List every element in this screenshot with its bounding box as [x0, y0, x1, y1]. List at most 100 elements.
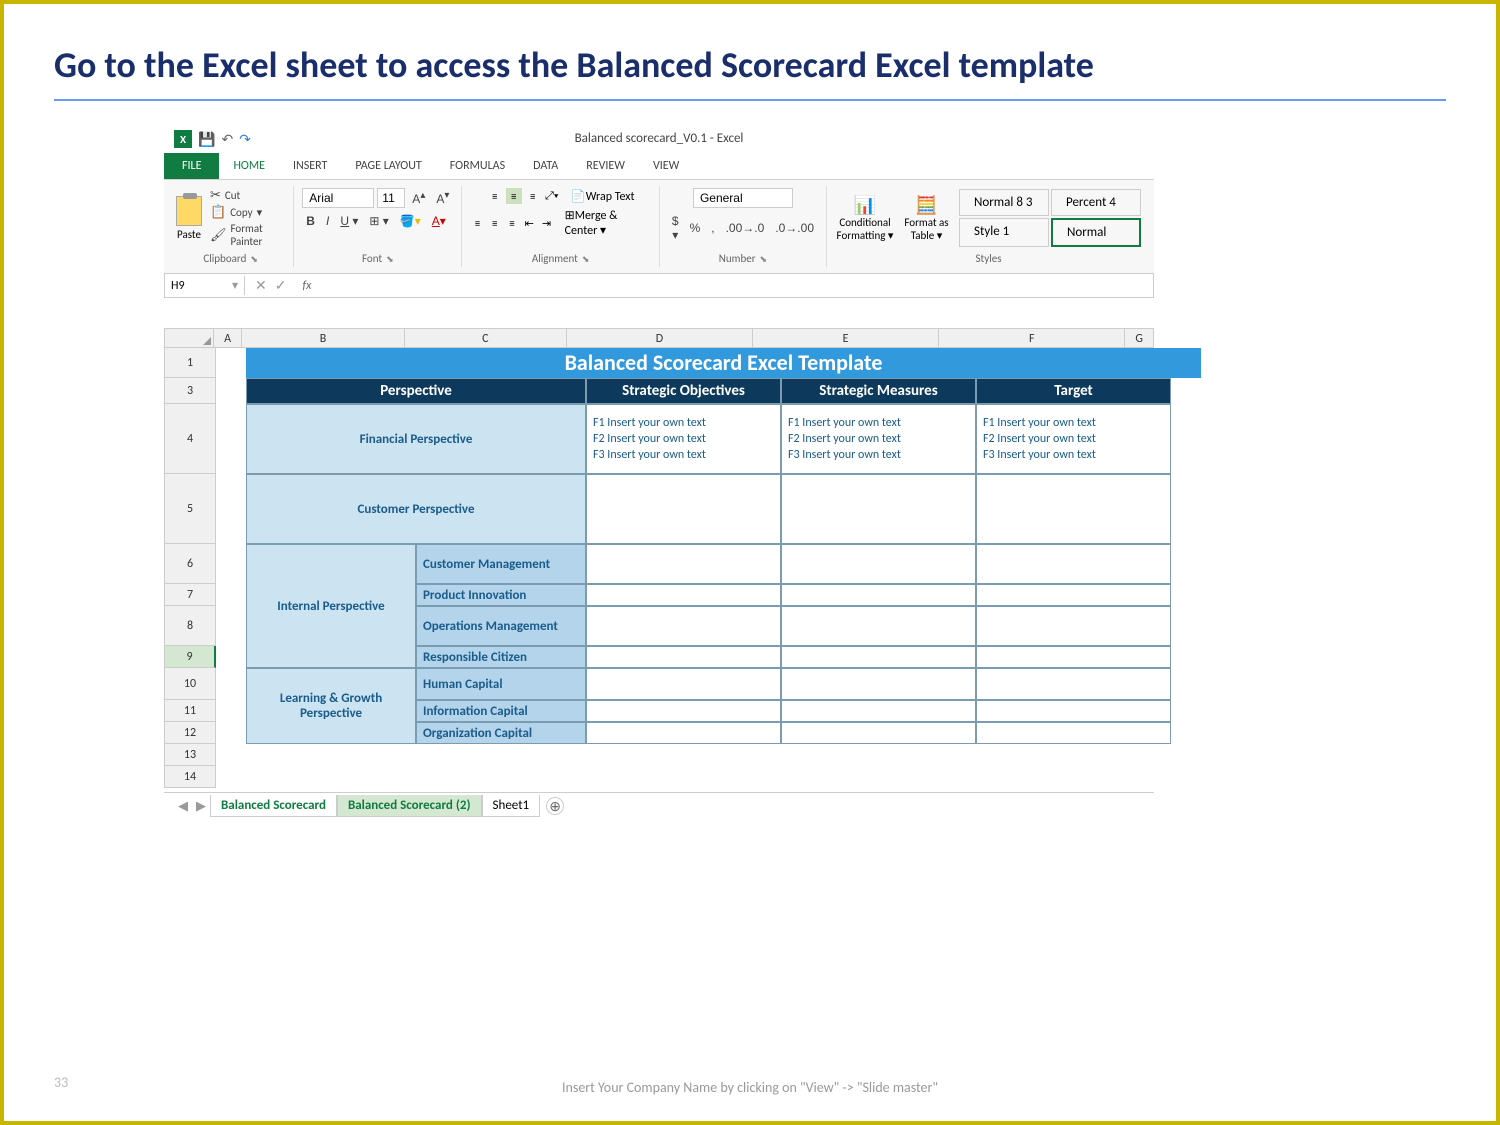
row-header-1[interactable]: 1: [164, 348, 216, 378]
row-header-3[interactable]: 3: [164, 378, 216, 404]
font-size-select[interactable]: [377, 188, 405, 208]
format-painter-button[interactable]: 🖌Format Painter: [210, 222, 285, 248]
tab-home[interactable]: HOME: [219, 153, 279, 179]
cell-empty[interactable]: [781, 646, 976, 668]
name-box[interactable]: H9▾: [165, 276, 245, 295]
border-button[interactable]: ⊞ ▾: [365, 212, 392, 230]
cell-operations-mgmt[interactable]: Operations Management: [416, 606, 586, 646]
cell-product-innovation[interactable]: Product Innovation: [416, 584, 586, 606]
align-right-icon[interactable]: ≡: [505, 215, 519, 231]
cell-internal-perspective[interactable]: Internal Perspective: [246, 544, 416, 668]
increase-indent-icon[interactable]: ⇥: [539, 215, 553, 231]
font-color-button[interactable]: A▾: [428, 212, 450, 230]
col-header-b[interactable]: B: [242, 328, 404, 348]
format-as-table-button[interactable]: 🧮 Format as Table ▾: [899, 194, 954, 242]
th-objectives[interactable]: Strategic Objectives: [586, 378, 781, 404]
row-header-6[interactable]: 6: [164, 544, 216, 584]
percent-button[interactable]: %: [686, 219, 705, 237]
tab-page-layout[interactable]: PAGE LAYOUT: [341, 153, 435, 179]
cell-empty[interactable]: [976, 544, 1171, 584]
col-header-a[interactable]: A: [214, 328, 243, 348]
cell-customer-mgmt[interactable]: Customer Management: [416, 544, 586, 584]
decrease-indent-icon[interactable]: ⇤: [522, 215, 536, 231]
cell-empty[interactable]: [781, 722, 976, 744]
alignment-launcher-icon[interactable]: ⬊: [582, 254, 590, 265]
align-left-icon[interactable]: ≡: [470, 215, 484, 231]
tab-view[interactable]: VIEW: [639, 153, 693, 179]
cell-empty[interactable]: [976, 722, 1171, 744]
add-sheet-button[interactable]: ⊕: [546, 797, 564, 815]
underline-button[interactable]: U ▾: [336, 212, 362, 230]
italic-button[interactable]: I: [322, 212, 333, 230]
tab-review[interactable]: REVIEW: [572, 153, 639, 179]
align-top-icon[interactable]: ≡: [487, 188, 503, 204]
cell-empty[interactable]: [976, 646, 1171, 668]
row-header-9[interactable]: 9: [164, 646, 216, 668]
row-header-12[interactable]: 12: [164, 722, 216, 744]
cell-information-capital[interactable]: Information Capital: [416, 700, 586, 722]
row-header-5[interactable]: 5: [164, 474, 216, 544]
copy-button[interactable]: 📋Copy ▾: [210, 205, 285, 220]
cell-financial-measures[interactable]: F1 Insert your own text F2 Insert your o…: [781, 404, 976, 474]
increase-decimal-button[interactable]: .00→.0: [722, 219, 769, 237]
cell-empty[interactable]: [586, 474, 781, 544]
fill-color-button[interactable]: 🪣▾: [396, 212, 425, 230]
clipboard-launcher-icon[interactable]: ⬊: [250, 254, 258, 265]
col-header-f[interactable]: F: [939, 328, 1125, 348]
cell-empty[interactable]: [781, 700, 976, 722]
wrap-text-button[interactable]: 📄Wrap Text: [571, 189, 635, 204]
font-launcher-icon[interactable]: ⬊: [386, 254, 394, 265]
number-launcher-icon[interactable]: ⬊: [760, 254, 768, 265]
cell-financial-target[interactable]: F1 Insert your own text F2 Insert your o…: [976, 404, 1171, 474]
font-name-select[interactable]: [302, 188, 374, 208]
cell-empty[interactable]: [781, 668, 976, 700]
number-format-select[interactable]: [693, 188, 793, 208]
col-header-c[interactable]: C: [405, 328, 567, 348]
align-middle-icon[interactable]: ≡: [506, 188, 522, 204]
cell-empty[interactable]: [586, 722, 781, 744]
row-header-7[interactable]: 7: [164, 584, 216, 606]
sheet-tab-balanced-scorecard-2[interactable]: Balanced Scorecard (2): [337, 795, 482, 817]
cell-empty[interactable]: [781, 474, 976, 544]
style-normal[interactable]: Normal: [1051, 218, 1141, 247]
cancel-formula-icon[interactable]: ✕: [255, 277, 267, 294]
comma-button[interactable]: ,: [707, 219, 718, 237]
cell-customer-perspective[interactable]: Customer Perspective: [246, 474, 586, 544]
tab-file[interactable]: FILE: [164, 153, 219, 179]
row-header-11[interactable]: 11: [164, 700, 216, 722]
col-header-g[interactable]: G: [1125, 328, 1154, 348]
row-header-13[interactable]: 13: [164, 744, 216, 766]
cell-human-capital[interactable]: Human Capital: [416, 668, 586, 700]
cell-empty[interactable]: [586, 606, 781, 646]
row-header-4[interactable]: 4: [164, 404, 216, 474]
cut-button[interactable]: ✂Cut: [210, 188, 285, 203]
cell-empty[interactable]: [781, 584, 976, 606]
cell-empty[interactable]: [781, 606, 976, 646]
redo-icon[interactable]: ↷: [239, 131, 251, 148]
style-style1[interactable]: Style 1: [959, 218, 1049, 247]
align-bottom-icon[interactable]: ≡: [525, 188, 541, 204]
tab-data[interactable]: DATA: [519, 153, 572, 179]
sheet-title[interactable]: Balanced Scorecard Excel Template: [246, 348, 1201, 378]
th-target[interactable]: Target: [976, 378, 1171, 404]
tab-formulas[interactable]: FORMULAS: [436, 153, 519, 179]
conditional-formatting-button[interactable]: 📊 Conditional Formatting ▾: [835, 194, 895, 242]
align-center-icon[interactable]: ≡: [488, 215, 502, 231]
cell-empty[interactable]: [586, 584, 781, 606]
cell-empty[interactable]: [586, 700, 781, 722]
save-icon[interactable]: 💾: [198, 131, 215, 148]
decrease-font-button[interactable]: A▾: [432, 188, 453, 208]
row-header-14[interactable]: 14: [164, 766, 216, 788]
undo-icon[interactable]: ↶: [221, 131, 233, 148]
cell-financial-perspective[interactable]: Financial Perspective: [246, 404, 586, 474]
paste-button[interactable]: Paste: [176, 196, 202, 241]
fx-label[interactable]: fx: [302, 279, 311, 293]
merge-center-button[interactable]: ⊞Merge & Center ▾: [565, 208, 651, 238]
bold-button[interactable]: B: [302, 212, 319, 230]
sheet-tab-balanced-scorecard[interactable]: Balanced Scorecard: [210, 795, 337, 817]
cell-learning-perspective[interactable]: Learning & Growth Perspective: [246, 668, 416, 744]
sheet-nav-next-icon[interactable]: ▶: [192, 799, 210, 814]
col-header-d[interactable]: D: [567, 328, 753, 348]
sheet-nav-prev-icon[interactable]: ◀: [174, 799, 192, 814]
cell-empty[interactable]: [976, 584, 1171, 606]
